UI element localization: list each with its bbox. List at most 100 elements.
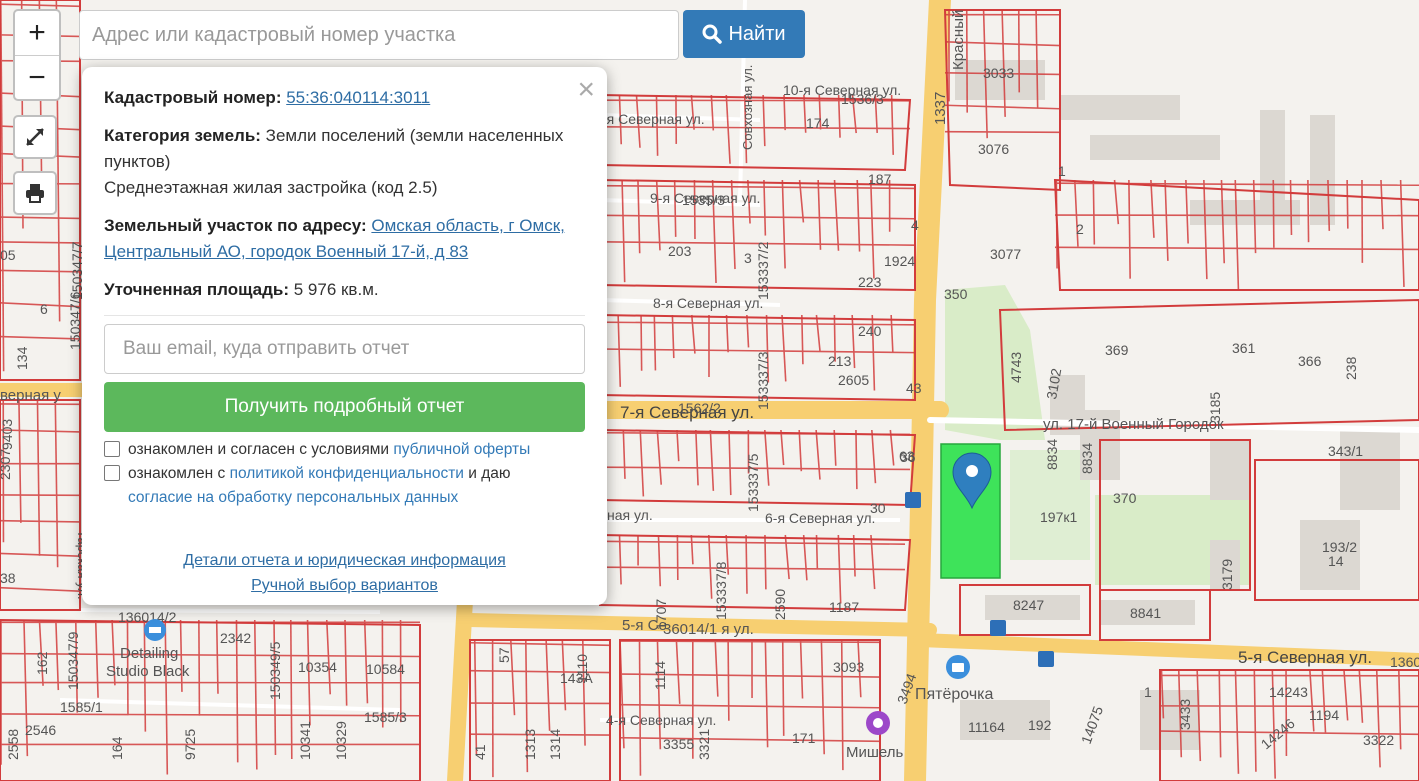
map-label: 8-я Северная ул. — [653, 295, 763, 311]
map-label: 36014/1 я ул. — [663, 621, 754, 638]
map-label: 174 — [806, 115, 830, 131]
map-label: 134 — [14, 346, 30, 370]
map-label: 369 — [1105, 342, 1129, 358]
public-offer-link[interactable]: публичной оферты — [393, 441, 530, 458]
map-label: 10584 — [366, 661, 405, 677]
parcel-boundary — [1307, 179, 1310, 243]
land-use-value: Среднеэтажная жилая застройка (код 2.5) — [104, 178, 438, 197]
map-label: 3 — [744, 250, 752, 266]
cadastral-number-row: Кадастровый номер: 55:36:040114:3011 — [104, 85, 585, 111]
area-value: 5 976 кв.м. — [293, 280, 379, 299]
map-label: 10341 — [297, 721, 313, 760]
consent-offer-checkbox[interactable] — [104, 441, 120, 457]
fullscreen-button[interactable] — [13, 115, 57, 159]
map-label: 3322 — [1363, 732, 1394, 748]
map-label: Studio Black — [106, 663, 190, 680]
parcel-boundary — [1092, 179, 1096, 245]
address-row: Земельный участок по адресу: Омская обла… — [104, 213, 585, 265]
map-label: 3433 — [1177, 699, 1193, 730]
map-label: 36 — [900, 449, 916, 465]
map-label: 1114 — [652, 661, 668, 690]
map-label: Пятёрочка — [915, 686, 994, 703]
zoom-out-button[interactable]: − — [15, 56, 59, 100]
parcel-boundary — [693, 179, 696, 240]
print-button[interactable] — [13, 171, 57, 215]
map-label: 3179 — [1219, 559, 1235, 590]
land-category-label: Категория земель: — [104, 126, 261, 145]
consent-privacy-mid: и даю — [468, 465, 511, 482]
find-button[interactable]: Найти — [683, 10, 805, 58]
map-label: 4-я Северная ул. — [606, 712, 716, 728]
map-label: 41 — [472, 744, 488, 760]
map-label: Detailing — [120, 645, 178, 662]
parcel-boundary — [944, 130, 1061, 134]
map-label: 171 — [792, 730, 816, 746]
parcel-boundary — [727, 639, 730, 721]
map-label: 3033 — [983, 65, 1014, 81]
map-label: 4743 — [1008, 352, 1024, 383]
parcel-info-popup: × Кадастровый номер: 55:36:040114:3011 К… — [82, 67, 607, 605]
map-label: 30 — [870, 500, 886, 516]
map-label: 1194 — [1309, 707, 1339, 723]
parcel-boundary — [289, 619, 293, 760]
report-details-link[interactable]: Детали отчета и юридическая информация — [104, 548, 585, 573]
map-label: 143А — [560, 670, 593, 686]
map-label: 150347/9 — [65, 631, 81, 690]
map-label: 213 — [828, 353, 852, 369]
parcel-boundary — [745, 534, 748, 594]
map-label: 5-я Северная ул. — [1238, 648, 1372, 667]
map-label: 2307 — [0, 449, 13, 480]
car-icon — [144, 619, 166, 641]
get-report-button[interactable]: Получить подробный отчет — [104, 382, 585, 432]
map-label: 153337/3 — [755, 351, 771, 410]
search-input[interactable]: Адрес или кадастровый номер участка — [79, 10, 679, 60]
map-label: -я Северная ул. — [602, 111, 705, 127]
footer-links: Детали отчета и юридическая информация Р… — [104, 548, 585, 598]
map-label: 1562/2 — [678, 400, 721, 416]
cadastral-number-link[interactable]: 55:36:040114:3011 — [286, 88, 430, 107]
map-label: 9725 — [182, 729, 198, 760]
map-label: 8247 — [1013, 597, 1044, 613]
map-label: 4 — [911, 217, 919, 233]
map-label: 2342 — [220, 630, 251, 646]
divider — [104, 315, 585, 316]
map-label: 38 — [0, 570, 16, 586]
zoom-control: + − — [13, 9, 61, 101]
map-label: 1314 — [547, 729, 563, 760]
map-label: 1924 — [884, 253, 915, 269]
shop-icon — [946, 655, 970, 679]
parcel-boundary — [1289, 179, 1293, 235]
search-icon — [702, 24, 723, 44]
map-label: 240 — [858, 323, 882, 339]
parcel-boundary — [1159, 705, 1419, 708]
consent-privacy-text: ознакомлен с — [128, 465, 226, 482]
find-button-label: Найти — [728, 22, 786, 45]
map-label: 192 — [1028, 717, 1052, 733]
map-label: 162 — [34, 651, 50, 675]
map-label: 6-я Северная ул. — [765, 510, 875, 526]
beauty-icon — [866, 711, 890, 735]
close-icon[interactable]: × — [577, 75, 595, 105]
map-label: Совхозная ул. — [740, 65, 755, 150]
email-field[interactable]: Ваш email, куда отправить отчет — [104, 324, 585, 374]
map-label: 203 — [668, 243, 692, 259]
personal-data-link[interactable]: согласие на обработку персональных данны… — [104, 489, 458, 506]
map-label: 153337/2 — [755, 241, 771, 300]
map-label: 1 — [1058, 163, 1066, 179]
map-label: 343/1 — [1328, 443, 1363, 459]
map-label: 2 — [1076, 221, 1084, 237]
privacy-policy-link[interactable]: политикой конфиденциальности — [230, 465, 464, 482]
map-label: 223 — [858, 274, 882, 290]
expand-icon — [26, 128, 44, 146]
map-label: 05 — [0, 247, 16, 263]
consent-privacy-checkbox[interactable] — [104, 465, 120, 481]
map-label: 1536/3 — [841, 91, 884, 107]
map-label: 1360 — [1390, 654, 1419, 670]
map-label: 8834 — [1044, 439, 1060, 470]
zoom-in-button[interactable]: + — [15, 11, 59, 56]
map-label: 8841 — [1130, 605, 1161, 621]
map-label: ул. 17-й Военный Городок — [1043, 416, 1224, 433]
map-label: 1707 — [653, 599, 669, 630]
map-label: 3321 — [696, 729, 712, 760]
manual-selection-link[interactable]: Ручной выбор вариантов — [104, 573, 585, 598]
